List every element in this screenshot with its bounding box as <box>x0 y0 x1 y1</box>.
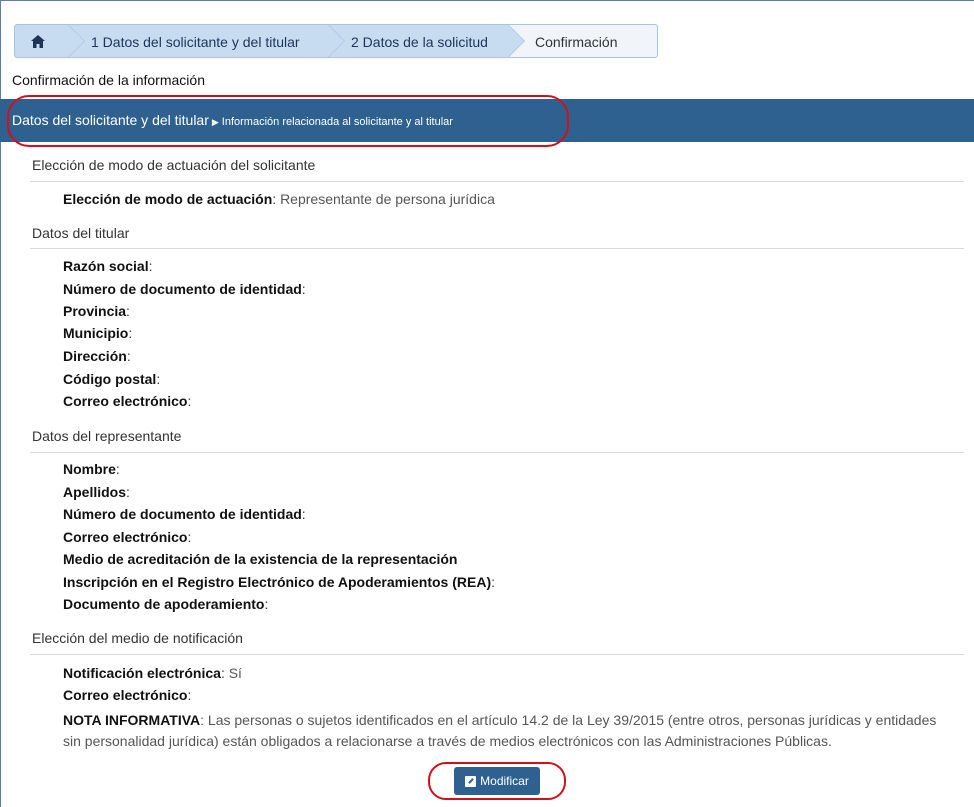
field-rep-name: Nombre: <box>63 461 120 477</box>
field-label: Número de documento de identidad <box>63 281 302 297</box>
field-holder-id: Número de documento de identidad: <box>63 281 306 297</box>
group-title-notification: Elección del medio de notificación <box>32 630 243 646</box>
breadcrumb-step-2[interactable]: 2 Datos de la solicitud <box>328 24 525 58</box>
field-label: Inscripción en el Registro Electrónico d… <box>63 574 492 590</box>
field-label: Municipio <box>63 325 129 341</box>
group-title-mode: Elección de modo de actuación del solici… <box>32 157 316 173</box>
divider <box>30 181 964 182</box>
breadcrumb-step-1[interactable]: 1 Datos del solicitante y del titular <box>68 24 345 58</box>
field-notification-electronic: Notificación electrónica: Sí <box>63 665 242 681</box>
breadcrumb-step-2-label: 2 Datos de la solicitud <box>351 34 488 50</box>
field-label: Razón social <box>63 258 149 274</box>
field-label: Dirección <box>63 348 127 364</box>
field-label: Correo electrónico <box>63 529 188 545</box>
field-label: Correo electrónico <box>63 393 188 409</box>
field-rep-email: Correo electrónico: <box>63 529 192 545</box>
breadcrumb-step-confirmation: Confirmación <box>508 24 658 58</box>
field-label: Correo electrónico <box>63 687 188 703</box>
page-title: Confirmación de la información <box>12 72 205 88</box>
field-rep-document: Documento de apoderamiento: <box>63 596 269 612</box>
field-mode: Elección de modo de actuación: Represent… <box>63 191 495 207</box>
informative-note: NOTA INFORMATIVA: Las personas o sujetos… <box>63 712 937 749</box>
group-title-holder: Datos del titular <box>32 225 130 241</box>
highlight-oval-section <box>7 95 569 147</box>
breadcrumb-home[interactable] <box>14 24 85 58</box>
field-holder-address: Dirección: <box>63 348 131 364</box>
field-rep-id: Número de documento de identidad: <box>63 506 306 522</box>
field-holder-name: Razón social: <box>63 258 153 274</box>
field-holder-province: Provincia: <box>63 303 130 319</box>
divider <box>30 248 964 249</box>
field-rep-rea: Inscripción en el Registro Electrónico d… <box>63 574 496 590</box>
field-label: Medio de acreditación de la existencia d… <box>63 551 458 567</box>
breadcrumb-step-3-label: Confirmación <box>535 34 618 50</box>
field-label: Apellidos <box>63 484 127 500</box>
home-icon <box>31 35 45 48</box>
field-label: Documento de apoderamiento <box>63 596 265 612</box>
field-label: Número de documento de identidad <box>63 506 302 522</box>
field-notification-email: Correo electrónico: <box>63 687 192 703</box>
divider <box>30 654 964 655</box>
field-holder-email: Correo electrónico: <box>63 393 192 409</box>
field-label: Provincia <box>63 303 127 319</box>
field-label: Código postal <box>63 371 157 387</box>
highlight-oval-button <box>428 762 566 800</box>
field-value: Representante de persona jurídica <box>280 191 495 207</box>
note-label: NOTA INFORMATIVA <box>63 712 201 728</box>
field-holder-postal-code: Código postal: <box>63 371 161 387</box>
field-rep-accreditation: Medio de acreditación de la existencia d… <box>63 551 457 567</box>
group-title-representative: Datos del representante <box>32 428 182 444</box>
field-rep-surname: Apellidos: <box>63 484 130 500</box>
field-label: Nombre <box>63 461 116 477</box>
divider <box>30 452 964 453</box>
field-value: Sí <box>228 665 242 681</box>
breadcrumb: 1 Datos del solicitante y del titular 2 … <box>14 24 658 58</box>
field-label: Notificación electrónica <box>63 665 221 681</box>
field-label: Elección de modo de actuación <box>63 191 273 207</box>
field-holder-municipality: Municipio: <box>63 325 133 341</box>
breadcrumb-step-1-label: 1 Datos del solicitante y del titular <box>91 34 300 50</box>
